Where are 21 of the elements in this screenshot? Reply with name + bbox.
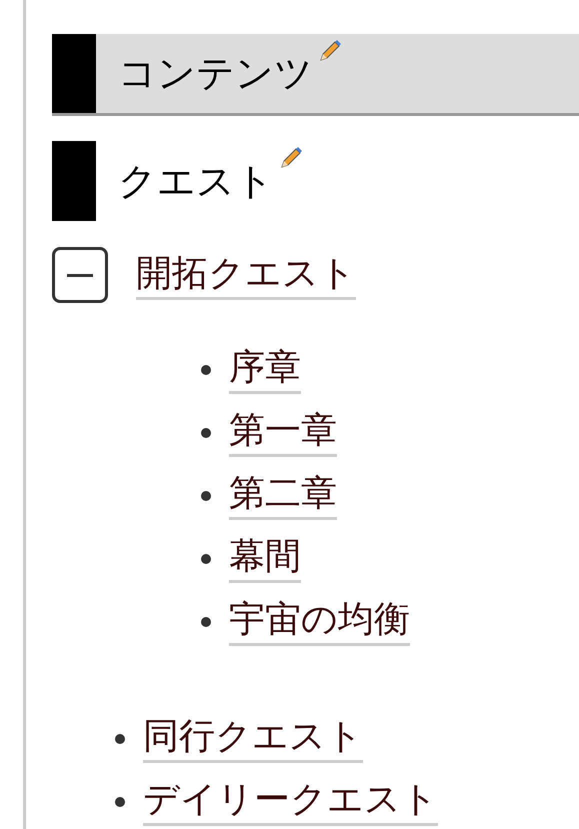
- wiki-link[interactable]: 開拓クエスト: [136, 250, 356, 300]
- bullet-icon: [115, 796, 125, 806]
- bullet-icon: [115, 734, 125, 744]
- heading-text: コンテンツ: [118, 50, 313, 97]
- bullet-icon: [201, 428, 211, 438]
- wiki-link[interactable]: 第一章: [229, 408, 337, 457]
- bullet-icon: [201, 490, 211, 500]
- wiki-link[interactable]: デイリークエスト: [143, 777, 438, 826]
- wiki-link[interactable]: 宇宙の均衡: [229, 597, 410, 646]
- bullet-icon: [201, 616, 211, 626]
- bullet-icon: [201, 554, 211, 564]
- wiki-link[interactable]: 同行クエスト: [143, 714, 363, 763]
- heading-text: クエスト: [118, 158, 274, 204]
- pencil-icon[interactable]: [317, 38, 343, 64]
- pencil-icon[interactable]: [278, 145, 304, 171]
- wiki-link[interactable]: 序章: [229, 345, 301, 394]
- wiki-link[interactable]: 幕間: [229, 534, 301, 583]
- minus-icon: [67, 274, 93, 276]
- bullet-icon: [201, 364, 211, 374]
- collapse-toggle[interactable]: [52, 247, 108, 303]
- wiki-link[interactable]: 第二章: [229, 471, 337, 520]
